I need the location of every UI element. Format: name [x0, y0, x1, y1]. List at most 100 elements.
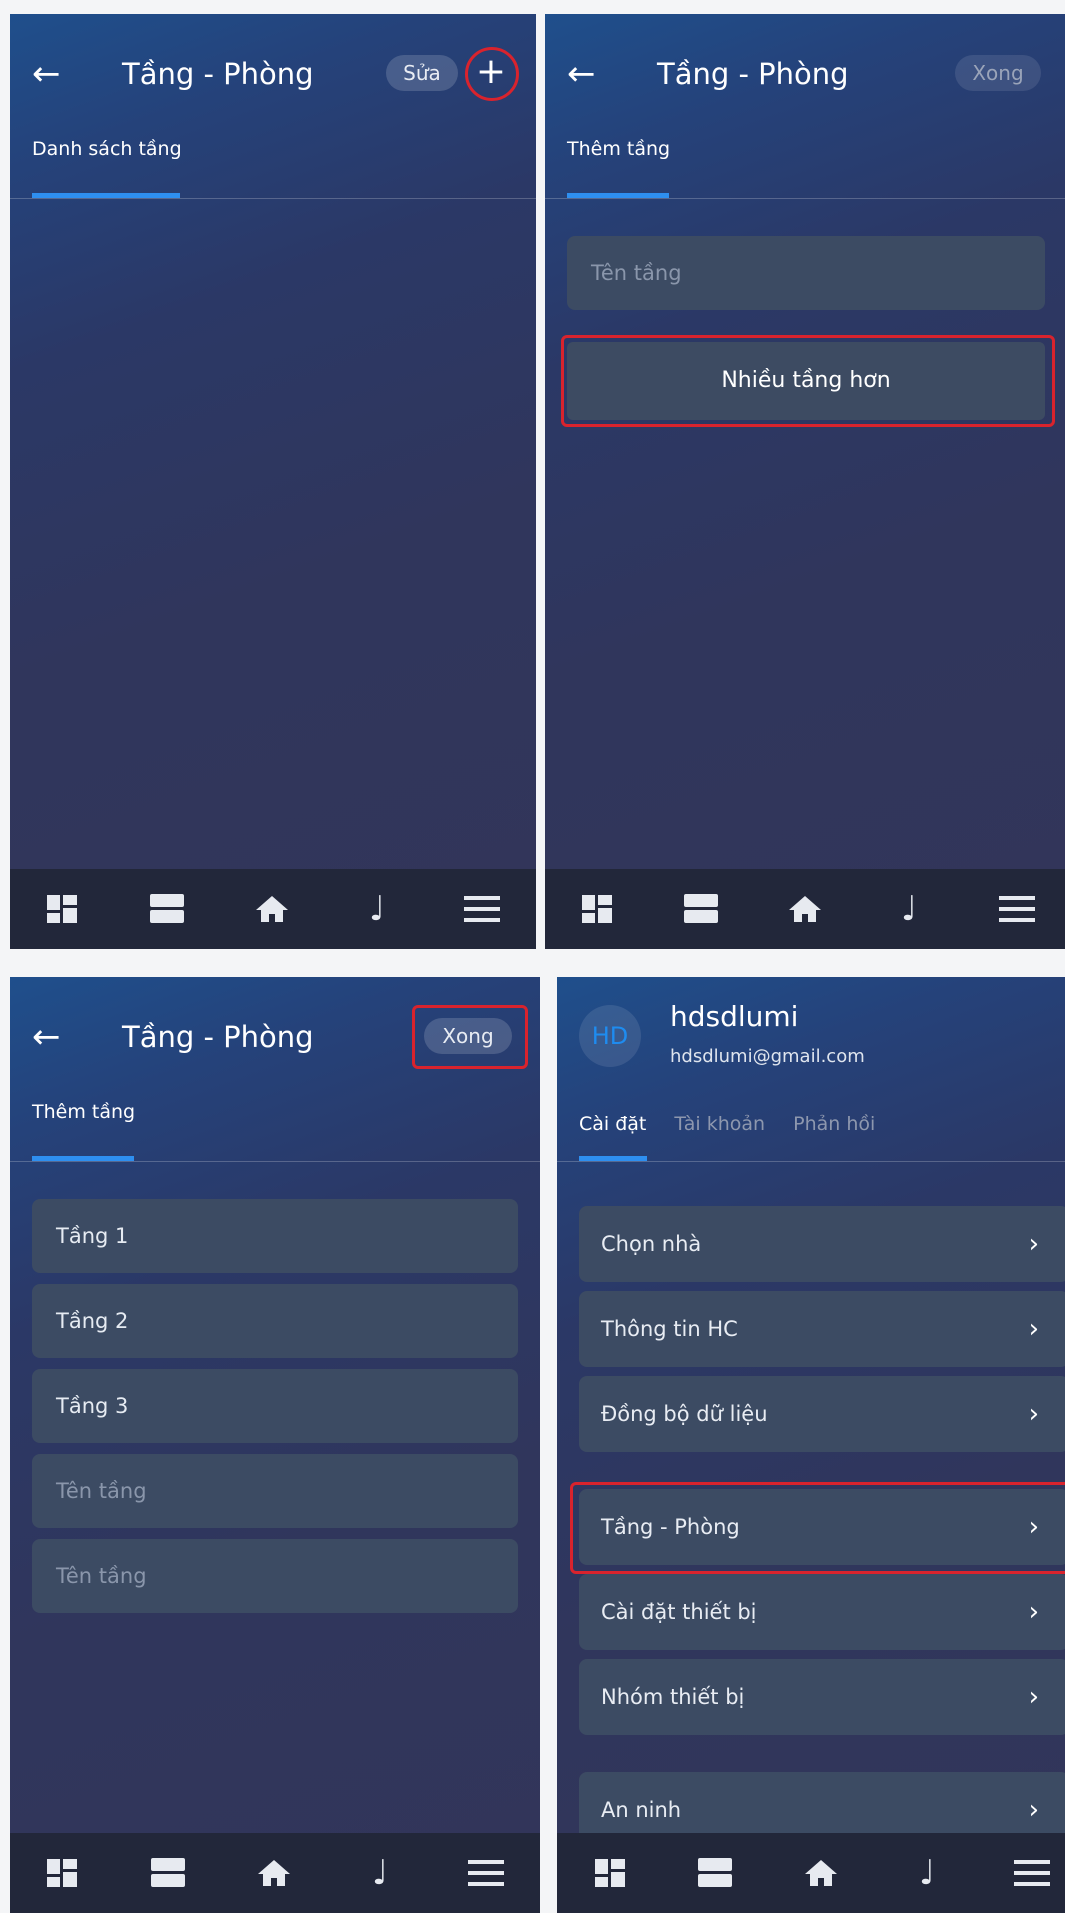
tab-settings[interactable]: Cài đặt: [579, 1111, 646, 1137]
add-floor-screen: ← Tầng - Phòng Xong Thêm tầng Tên tầng N…: [545, 14, 1065, 949]
floor-name-input[interactable]: Tên tầng: [32, 1539, 518, 1613]
nav-rows[interactable]: [138, 1833, 198, 1913]
menu-item-hc-info[interactable]: Thông tin HC ›: [579, 1291, 1065, 1367]
nav-rows[interactable]: [137, 869, 197, 949]
page-title: Tầng - Phòng: [122, 57, 314, 91]
nav-music[interactable]: ♩: [897, 1833, 957, 1913]
chevron-right-icon: ›: [1028, 1399, 1039, 1429]
menu-item-label: Đồng bộ dữ liệu: [601, 1402, 768, 1426]
tab-bar: Danh sách tầng: [32, 136, 212, 162]
music-icon: ♩: [368, 889, 386, 929]
dashboard-icon: [47, 895, 77, 923]
menu-icon: [1014, 1860, 1050, 1886]
menu-item-sync-data[interactable]: Đồng bộ dữ liệu ›: [579, 1376, 1065, 1452]
nav-home[interactable]: [775, 869, 835, 949]
menu-item-label: Nhóm thiết bị: [601, 1685, 745, 1709]
nav-home[interactable]: [791, 1833, 851, 1913]
tab-floor-list[interactable]: Danh sách tầng: [32, 136, 182, 162]
music-icon: ♩: [371, 1853, 389, 1893]
chevron-right-icon: ›: [1028, 1229, 1039, 1259]
nav-dashboard[interactable]: [580, 1833, 640, 1913]
chevron-right-icon: ›: [1028, 1314, 1039, 1344]
header-divider: [10, 198, 536, 199]
music-icon: ♩: [900, 889, 918, 929]
nav-home[interactable]: [242, 869, 302, 949]
floor-list-screen: ← Tầng - Phòng Sửa + Danh sách tầng ♩: [10, 14, 536, 949]
header-divider: [10, 1161, 540, 1162]
bottom-nav: ♩: [545, 869, 1065, 949]
floor-name-input[interactable]: Tên tầng: [32, 1454, 518, 1528]
header: ← Tầng - Phòng Xong Thêm tầng: [545, 14, 1065, 199]
chevron-right-icon: ›: [1028, 1682, 1039, 1712]
rows-icon: [151, 1858, 185, 1888]
tab-add-floor[interactable]: Thêm tầng: [567, 136, 670, 162]
highlight-box: [570, 1482, 1065, 1574]
avatar: HD: [579, 1005, 641, 1067]
nav-dashboard[interactable]: [567, 869, 627, 949]
chevron-right-icon: ›: [1028, 1597, 1039, 1627]
rows-icon: [684, 894, 718, 924]
rows-icon: [698, 1858, 732, 1888]
nav-home[interactable]: [244, 1833, 304, 1913]
nav-music[interactable]: ♩: [350, 1833, 410, 1913]
nav-menu[interactable]: [452, 869, 512, 949]
floor-name-input[interactable]: Tầng 3: [32, 1369, 518, 1443]
nav-rows[interactable]: [685, 1833, 745, 1913]
tab-bar: Thêm tầng: [32, 1099, 165, 1125]
user-email: hdsdlumi@gmail.com: [670, 1046, 865, 1067]
header: ← Tầng - Phòng Sửa + Danh sách tầng: [10, 14, 536, 199]
tab-feedback[interactable]: Phản hồi: [793, 1111, 875, 1137]
nav-menu[interactable]: [1002, 1833, 1062, 1913]
tab-add-floor[interactable]: Thêm tầng: [32, 1099, 135, 1125]
back-arrow-icon[interactable]: ←: [567, 54, 596, 94]
header-divider: [545, 198, 1065, 199]
floor-name-input[interactable]: Tầng 1: [32, 1199, 518, 1273]
menu-icon: [468, 1860, 504, 1886]
nav-menu[interactable]: [987, 869, 1047, 949]
rows-icon: [150, 894, 184, 924]
tab-bar: Thêm tầng: [567, 136, 700, 162]
music-icon: ♩: [918, 1853, 936, 1893]
menu-item-label: An ninh: [601, 1798, 682, 1822]
tab-bar: Cài đặt Tài khoản Phản hồi: [579, 1111, 905, 1137]
menu-item-choose-home[interactable]: Chọn nhà ›: [579, 1206, 1065, 1282]
nav-rows[interactable]: [671, 869, 731, 949]
menu-item-label: Cài đặt thiết bị: [601, 1600, 757, 1624]
nav-music[interactable]: ♩: [879, 869, 939, 949]
page-title: Tầng - Phòng: [122, 1020, 314, 1054]
floor-name-input[interactable]: Tên tầng: [567, 236, 1045, 310]
header-divider: [557, 1161, 1065, 1162]
home-icon: [256, 896, 288, 922]
done-button[interactable]: Xong: [955, 55, 1041, 91]
nav-menu[interactable]: [456, 1833, 516, 1913]
tab-account[interactable]: Tài khoản: [674, 1111, 765, 1137]
dashboard-icon: [595, 1859, 625, 1887]
dashboard-icon: [47, 1859, 77, 1887]
home-icon: [805, 1860, 837, 1886]
header: ← Tầng - Phòng Xong Thêm tầng: [10, 977, 540, 1162]
add-floor-filled-screen: ← Tầng - Phòng Xong Thêm tầng Tầng 1 Tần…: [10, 977, 540, 1913]
menu-item-device-settings[interactable]: Cài đặt thiết bị ›: [579, 1574, 1065, 1650]
highlight-ring: [465, 47, 519, 101]
back-arrow-icon[interactable]: ←: [32, 1017, 61, 1057]
edit-button[interactable]: Sửa: [386, 55, 458, 91]
bottom-nav: ♩: [10, 869, 536, 949]
page-title: Tầng - Phòng: [657, 57, 849, 91]
bottom-nav: ♩: [10, 1833, 540, 1913]
floor-name-input[interactable]: Tầng 2: [32, 1284, 518, 1358]
home-icon: [258, 1860, 290, 1886]
nav-dashboard[interactable]: [32, 869, 92, 949]
user-name: hdsdlumi: [670, 1000, 799, 1033]
menu-item-device-groups[interactable]: Nhóm thiết bị ›: [579, 1659, 1065, 1735]
highlight-box: [412, 1005, 528, 1069]
settings-screen: HD hdsdlumi hdsdlumi@gmail.com Cài đặt Tà…: [557, 977, 1065, 1913]
menu-icon: [464, 896, 500, 922]
nav-music[interactable]: ♩: [347, 869, 407, 949]
dashboard-icon: [582, 895, 612, 923]
nav-dashboard[interactable]: [32, 1833, 92, 1913]
menu-item-label: Chọn nhà: [601, 1232, 702, 1256]
highlight-box: [561, 335, 1055, 427]
back-arrow-icon[interactable]: ←: [32, 54, 61, 94]
bottom-nav: ♩: [557, 1833, 1065, 1913]
header: HD hdsdlumi hdsdlumi@gmail.com Cài đặt Tà…: [557, 977, 1065, 1162]
